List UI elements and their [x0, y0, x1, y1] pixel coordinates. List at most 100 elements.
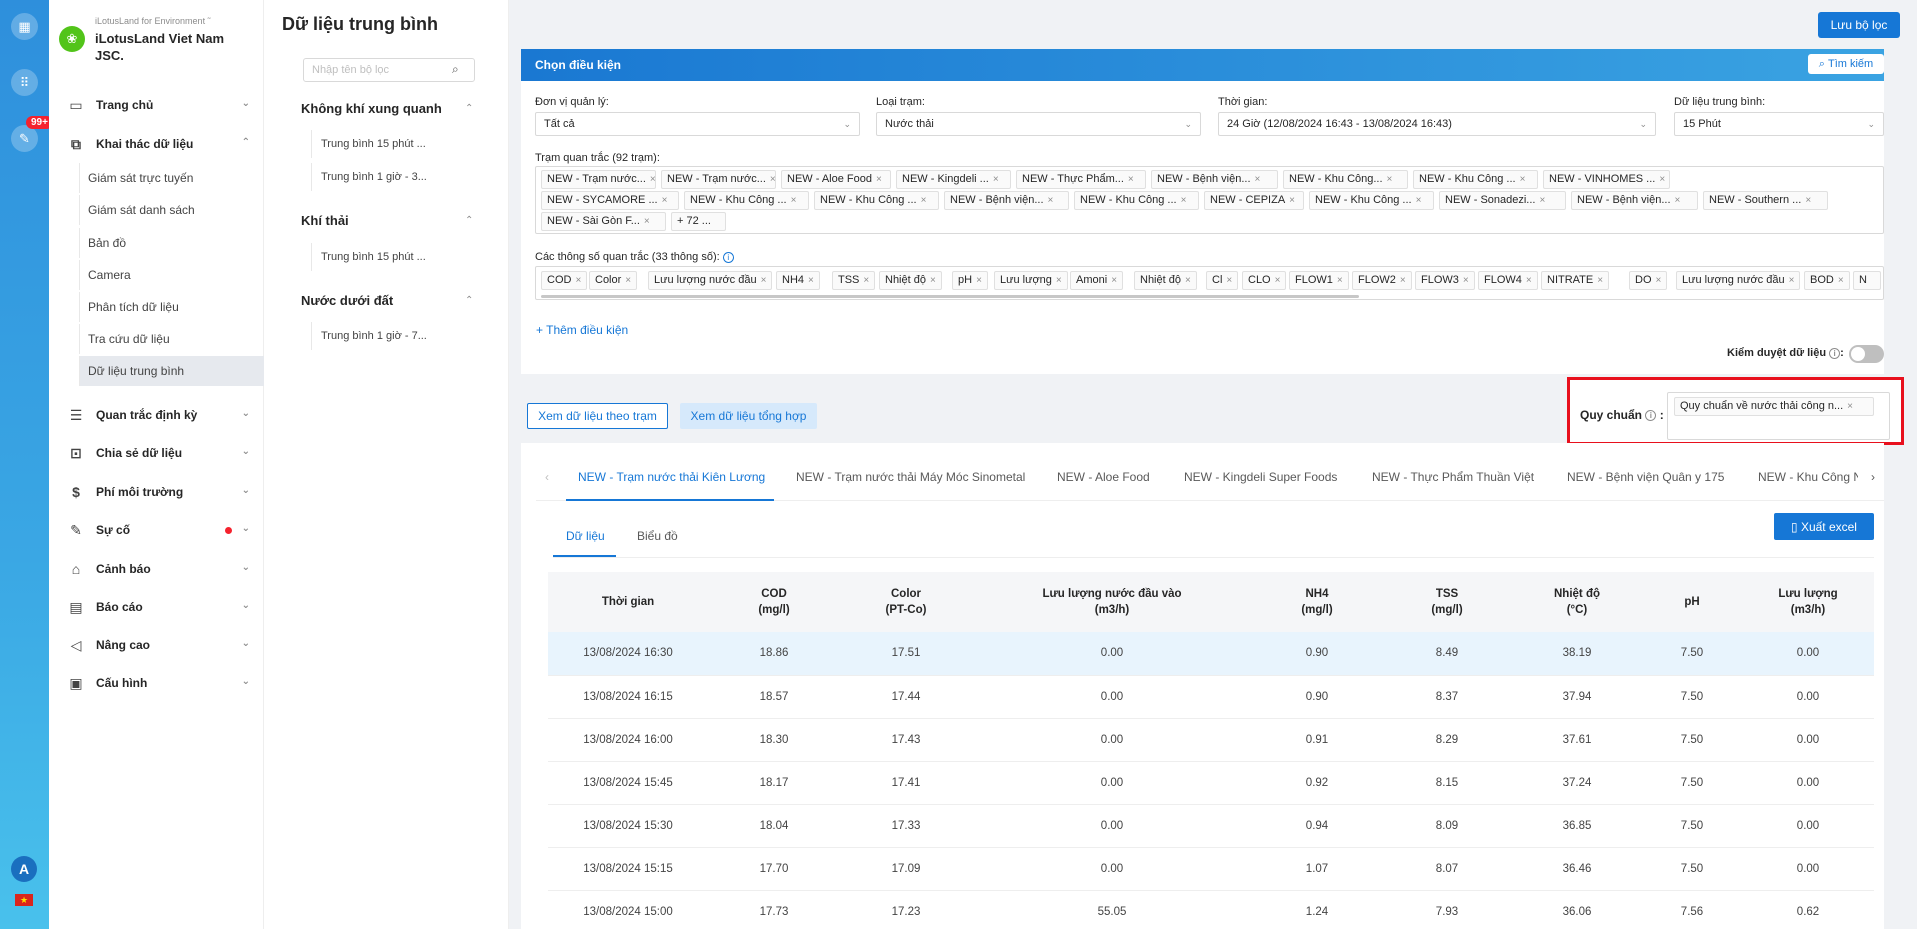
- column-header[interactable]: Lưu lượng (m3/h): [1742, 572, 1874, 632]
- param-tag[interactable]: Color ×: [589, 271, 638, 290]
- station-tag[interactable]: NEW - Bệnh viện... ×: [1151, 170, 1278, 189]
- save-filter-button[interactable]: Lưu bộ lọc: [1818, 12, 1900, 38]
- chevron-left-icon[interactable]: ‹: [545, 470, 549, 484]
- column-header[interactable]: Lưu lượng nước đầu vào (m3/h): [972, 572, 1252, 632]
- chevron-right-icon[interactable]: ›: [1871, 470, 1875, 484]
- avatar[interactable]: A: [11, 856, 37, 882]
- chevron-up-icon[interactable]: ⌃: [465, 295, 473, 306]
- nav-data-sharing[interactable]: ⊡ Chia sẻ dữ liệu ⌄: [49, 437, 264, 469]
- table-row[interactable]: 13/08/2024 15:00 17.73 17.23 55.05 1.24 7.93 3…: [548, 890, 1874, 929]
- subnav-data-analysis[interactable]: Phân tích dữ liệu: [79, 292, 264, 322]
- station-tag[interactable]: NEW - Trạm nước... ×: [661, 170, 776, 189]
- notification-icon[interactable]: ✎: [11, 125, 38, 152]
- column-header[interactable]: NH4 (mg/l): [1252, 572, 1382, 632]
- station-tag[interactable]: NEW - Khu Công... ×: [1283, 170, 1408, 189]
- search-icon[interactable]: ⌕: [452, 62, 459, 77]
- time-select[interactable]: 24 Giờ (12/08/2024 16:43 - 13/08/2024 16…: [1218, 112, 1656, 136]
- unit-select[interactable]: Tất cả ⌄: [535, 112, 860, 136]
- filter-group-emission[interactable]: Khí thải: [301, 213, 349, 228]
- station-tab[interactable]: NEW - Aloe Food: [1057, 470, 1150, 484]
- station-tag[interactable]: NEW - Khu Công ... ×: [1074, 191, 1199, 210]
- filter-item[interactable]: Trung bình 15 phút ...: [311, 130, 481, 158]
- nav-alert[interactable]: ⌂ Cảnh báo ⌄: [49, 553, 264, 585]
- filter-item[interactable]: Trung bình 1 giờ - 7...: [311, 322, 481, 350]
- view-by-station-button[interactable]: Xem dữ liệu theo trạm: [527, 403, 668, 429]
- filter-group-groundwater[interactable]: Nước dưới đất: [301, 293, 393, 308]
- filter-item[interactable]: Trung bình 15 phút ...: [311, 243, 481, 271]
- station-tab[interactable]: NEW - Trạm nước thải Máy Móc Sinometal: [796, 470, 1025, 484]
- apps-grid-icon[interactable]: ⠿: [11, 69, 38, 96]
- station-tab[interactable]: NEW - Trạm nước thải Kiên Lương: [578, 470, 765, 484]
- param-tag[interactable]: FLOW2 ×: [1352, 271, 1412, 290]
- param-tag[interactable]: Lưu lượng nước đầu ×: [648, 271, 772, 290]
- subnav-average-data[interactable]: Dữ liệu trung bình: [79, 356, 264, 386]
- station-tab[interactable]: NEW - Thực Phẩm Thuần Việt: [1372, 470, 1534, 484]
- filter-item[interactable]: Trung bình 1 giờ - 3...: [311, 163, 481, 191]
- standard-tag[interactable]: Quy chuẩn về nước thải công n... ×: [1674, 397, 1874, 416]
- table-row[interactable]: 13/08/2024 16:30 18.86 17.51 0.00 0.90 8.49 38…: [548, 632, 1874, 676]
- export-excel-button[interactable]: ▯ Xuất excel: [1774, 513, 1874, 540]
- station-tag[interactable]: NEW - VINHOMES ... ×: [1543, 170, 1670, 189]
- station-type-select[interactable]: Nước thải ⌄: [876, 112, 1201, 136]
- station-tab[interactable]: NEW - Bệnh viện Quân y 175: [1567, 470, 1724, 484]
- chevron-up-icon[interactable]: ⌃: [465, 215, 473, 226]
- param-tag[interactable]: FLOW3 ×: [1415, 271, 1475, 290]
- param-tag[interactable]: FLOW1 ×: [1289, 271, 1349, 290]
- nav-config[interactable]: ▣ Cấu hình ⌄: [49, 667, 264, 699]
- station-tag[interactable]: NEW - Khu Công ... ×: [1309, 191, 1434, 210]
- station-tag[interactable]: NEW - Aloe Food ×: [781, 170, 891, 189]
- params-select[interactable]: COD × Color × Lưu lượng nước đầu × NH4 × TSS…: [535, 266, 1884, 300]
- nav-incident[interactable]: ✎ Sự cố ⌄: [49, 514, 264, 546]
- table-row[interactable]: 13/08/2024 15:45 18.17 17.41 0.00 0.92 8.15 37…: [548, 761, 1874, 805]
- station-tag[interactable]: NEW - Kingdeli ... ×: [896, 170, 1011, 189]
- add-condition-link[interactable]: + Thêm điều kiện: [536, 323, 628, 337]
- stations-select[interactable]: NEW - Trạm nước... × NEW - Trạm nước... × …: [535, 166, 1884, 234]
- table-row[interactable]: 13/08/2024 15:15 17.70 17.09 0.00 1.07 8.07 36…: [548, 847, 1874, 891]
- column-header[interactable]: COD (mg/l): [708, 572, 840, 632]
- station-tag[interactable]: NEW - Khu Công ... ×: [684, 191, 809, 210]
- tab-data[interactable]: Dữ liệu: [566, 529, 605, 543]
- average-select[interactable]: 15 Phút ⌄: [1674, 112, 1884, 136]
- subnav-map[interactable]: Bản đồ: [79, 228, 264, 258]
- param-tag[interactable]: TSS ×: [832, 271, 876, 290]
- filter-group-ambient-air[interactable]: Không khí xung quanh: [301, 101, 442, 116]
- subnav-camera[interactable]: Camera: [79, 260, 264, 290]
- param-tag[interactable]: Cl ×: [1206, 271, 1239, 290]
- params-scrollbar[interactable]: [541, 295, 1359, 298]
- station-tag[interactable]: NEW - Bệnh viện... ×: [944, 191, 1069, 210]
- nav-advanced[interactable]: ◁ Nâng cao ⌄: [49, 629, 264, 661]
- param-tag[interactable]: Lưu lượng nước đầu ×: [1676, 271, 1800, 290]
- review-toggle[interactable]: [1849, 345, 1884, 363]
- station-tab[interactable]: NEW - Kingdeli Super Foods: [1184, 470, 1337, 484]
- filter-search-input[interactable]: [303, 58, 475, 82]
- param-tag[interactable]: Lưu lượng ×: [994, 271, 1068, 290]
- station-tag[interactable]: NEW - SYCAMORE ... ×: [541, 191, 679, 210]
- station-tab[interactable]: NEW - Khu Công N: [1758, 470, 1858, 484]
- nav-data-mining[interactable]: ⧉ Khai thác dữ liệu ⌃: [49, 128, 264, 160]
- param-tag[interactable]: BOD ×: [1804, 271, 1850, 290]
- station-tag[interactable]: NEW - CEPIZA ×: [1204, 191, 1304, 210]
- column-header[interactable]: Color (PT-Co): [840, 572, 972, 632]
- more-stations-tag[interactable]: + 72 ...: [671, 212, 726, 231]
- nav-report[interactable]: ▤ Báo cáo ⌄: [49, 591, 264, 623]
- table-row[interactable]: 13/08/2024 15:30 18.04 17.33 0.00 0.94 8.09 36…: [548, 804, 1874, 848]
- column-header[interactable]: pH: [1642, 572, 1742, 632]
- param-tag[interactable]: pH ×: [952, 271, 988, 290]
- station-tag[interactable]: NEW - Sài Gòn F... ×: [541, 212, 666, 231]
- column-header[interactable]: Nhiệt độ (°C): [1512, 572, 1642, 632]
- tab-chart[interactable]: Biểu đồ: [637, 529, 678, 543]
- table-row[interactable]: 13/08/2024 16:00 18.30 17.43 0.00 0.91 8.29 37…: [548, 718, 1874, 762]
- param-tag[interactable]: Amoni ×: [1070, 271, 1124, 290]
- subnav-online-monitoring[interactable]: Giám sát trực tuyến: [79, 163, 264, 193]
- param-tag[interactable]: DO ×: [1629, 271, 1668, 290]
- nav-home[interactable]: ▭ Trang chủ ⌄: [49, 89, 264, 121]
- standard-select[interactable]: Quy chuẩn về nước thải công n... ×: [1667, 392, 1890, 440]
- station-tag[interactable]: NEW - Khu Công ... ×: [1413, 170, 1538, 189]
- app-logo-icon[interactable]: ▦: [11, 13, 38, 40]
- nav-periodic-monitoring[interactable]: ☰ Quan trắc định kỳ ⌄: [49, 399, 264, 431]
- subnav-data-lookup[interactable]: Tra cứu dữ liệu: [79, 324, 264, 354]
- param-tag[interactable]: N: [1853, 271, 1881, 290]
- param-tag[interactable]: NH4 ×: [776, 271, 820, 290]
- column-header[interactable]: Thời gian: [548, 572, 708, 632]
- station-tag[interactable]: NEW - Sonadezi... ×: [1439, 191, 1566, 210]
